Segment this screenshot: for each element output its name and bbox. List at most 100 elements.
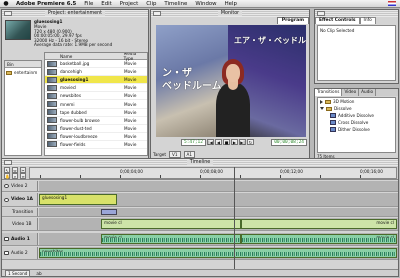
menu-edit[interactable]: Edit	[97, 1, 115, 7]
list-item[interactable]: flower-bulb browse Movie	[45, 117, 147, 125]
zoom-tool-icon[interactable]: ⌕	[12, 173, 18, 179]
clip-v1b-second[interactable]: movie cl	[241, 219, 397, 229]
transition-group[interactable]: Dissolve	[318, 105, 395, 112]
track-area[interactable]	[39, 208, 398, 216]
list-item[interactable]: dancehigh Movie	[45, 68, 147, 77]
list-item[interactable]: tape dubbed Movie	[45, 109, 147, 117]
track-header[interactable]: Video 1B	[2, 218, 38, 230]
column-name[interactable]: Name	[45, 54, 124, 59]
zoom-level-select[interactable]: 1 Second	[5, 269, 31, 277]
transition-group[interactable]: 3D Motion	[318, 98, 395, 105]
apple-menu-icon[interactable]: ●	[0, 0, 12, 7]
menu-project[interactable]: Project	[116, 1, 142, 7]
menu-timeline[interactable]: Timeline	[160, 1, 191, 7]
list-item[interactable]: flower-loudbreeze Movie	[45, 133, 147, 141]
effect-titlebar[interactable]	[315, 10, 398, 17]
clip-info-datarate: Average data rate: 1.9MB per second	[34, 42, 113, 48]
tab-info[interactable]: Info	[359, 17, 376, 24]
menu-window[interactable]: Window	[191, 1, 220, 7]
target-audio-select[interactable]: A1	[183, 150, 196, 158]
step-back-icon[interactable]: ◀	[214, 139, 222, 145]
hand-tool-icon[interactable]: ✋	[4, 173, 10, 179]
monitor-titlebar[interactable]: Monitor	[151, 10, 309, 17]
track-header[interactable]: Audio 1	[2, 233, 38, 245]
link-tool-icon[interactable]: ∞	[20, 173, 26, 179]
step-forward-icon[interactable]: ▶|	[238, 139, 246, 145]
close-box-icon[interactable]	[317, 11, 325, 16]
monitor-title: Monitor	[217, 11, 243, 16]
transition-clip[interactable]	[101, 209, 117, 215]
ruler-tick-label: 0;00;12;00	[280, 169, 303, 174]
track-area[interactable]: gluesosing1	[39, 193, 398, 206]
poster-left-text: ン・ザ ベッドルーム	[162, 68, 222, 92]
list-item[interactable]: flower-fields Movie	[45, 141, 147, 150]
play-icon[interactable]: ▶	[230, 139, 238, 145]
clip-thumbnail-icon	[47, 109, 57, 116]
bin-item[interactable]: entertainm	[6, 69, 42, 76]
eye-icon[interactable]	[4, 197, 9, 202]
app-menu[interactable]: Adobe Premiere 6.5	[12, 1, 80, 7]
menu-file[interactable]: File	[80, 1, 97, 7]
timecode-current[interactable]: 00;00;08;24	[271, 138, 307, 146]
close-box-icon[interactable]	[4, 160, 12, 165]
clip-a2[interactable]: newsbites	[39, 248, 397, 258]
transition-item[interactable]: Dither Dissolve	[318, 126, 395, 133]
clip-v1a[interactable]: gluesosing1	[39, 194, 117, 205]
list-item[interactable]: mnemi Movie	[45, 100, 147, 109]
track-format-toggle[interactable]: ab	[36, 271, 41, 276]
language-flag-icon[interactable]	[388, 1, 396, 6]
list-item[interactable]: flower-dust-ted Movie	[45, 125, 147, 133]
poster-right-text: エア・ザ・ベッドルーム	[234, 36, 306, 45]
speaker-icon[interactable]	[4, 251, 9, 255]
monitor-target-bar: Target V1 A1	[153, 150, 309, 158]
ruler-tick-label: 0;00;16;00	[360, 169, 383, 174]
disclosure-icon[interactable]	[320, 99, 323, 104]
track-area[interactable]: movie cl movie cl	[39, 233, 398, 245]
close-box-icon[interactable]	[153, 11, 161, 16]
tab-video[interactable]: Video	[342, 89, 360, 96]
column-media-type[interactable]: Media Type	[124, 53, 147, 61]
list-item-selected[interactable]: gluesosing1 Movie	[45, 76, 147, 85]
target-video-select[interactable]: V1	[168, 150, 181, 158]
eye-icon[interactable]	[4, 184, 9, 188]
track-header[interactable]: Video 1A	[2, 193, 38, 206]
list-item[interactable]: basketball.jpg Movie	[45, 60, 147, 69]
project-titlebar[interactable]: Project: entertainment	[2, 10, 148, 17]
clip-a1-first[interactable]: movie cl	[101, 234, 241, 244]
list-item[interactable]: newsbites Movie	[45, 92, 147, 101]
track-header[interactable]: Transition	[2, 208, 38, 216]
tab-program[interactable]: Program	[276, 17, 309, 24]
timecode-duration[interactable]: 5:47;12	[181, 138, 206, 146]
clip-thumbnail-icon	[47, 92, 57, 99]
tab-effect-controls[interactable]: Effect Controls	[315, 17, 360, 24]
speaker-icon[interactable]	[4, 237, 9, 241]
transition-item[interactable]: Additive Dissolve	[318, 112, 395, 119]
effect-tabs: Effect Controls Info	[315, 17, 398, 24]
track-header[interactable]: Audio 2	[2, 247, 38, 259]
clip-v1b-first[interactable]: movie cl	[101, 219, 241, 229]
tab-audio[interactable]: Audio	[359, 89, 377, 96]
previous-edit-icon[interactable]: |◀	[206, 139, 214, 145]
tab-transitions[interactable]: Transitions	[315, 89, 343, 96]
track-header[interactable]: Video 2	[2, 181, 38, 191]
transition-item[interactable]: Cross Dissolve	[318, 119, 395, 126]
menu-clip[interactable]: Clip	[142, 1, 160, 7]
close-box-icon[interactable]	[4, 11, 12, 16]
menu-help[interactable]: Help	[221, 1, 241, 7]
time-ruler[interactable]: 0;00;04;00 0;00;08;00 0;00;12;00 0;00;16…	[29, 167, 397, 179]
clip-thumbnail-icon	[47, 125, 57, 132]
list-item[interactable]: moviecl Movie	[45, 84, 147, 93]
loop-icon[interactable]: ↻	[246, 139, 254, 145]
bin-panel: Bin entertainm	[4, 60, 42, 156]
stop-icon[interactable]: ■	[222, 139, 230, 145]
track-video-1a: Video 1A gluesosing1	[2, 193, 398, 207]
clip-thumbnail-icon	[47, 76, 57, 83]
track-area[interactable]	[39, 181, 398, 191]
track-area[interactable]: movie cl movie cl	[39, 218, 398, 230]
disclosure-open-icon[interactable]	[320, 107, 324, 110]
track-area[interactable]: newsbites	[39, 247, 398, 259]
edit-line[interactable]	[234, 167, 235, 276]
clip-a1-second[interactable]: movie cl	[241, 234, 397, 244]
timeline-titlebar[interactable]: Timeline	[2, 159, 398, 166]
list-header: Name Media Type	[45, 53, 147, 61]
